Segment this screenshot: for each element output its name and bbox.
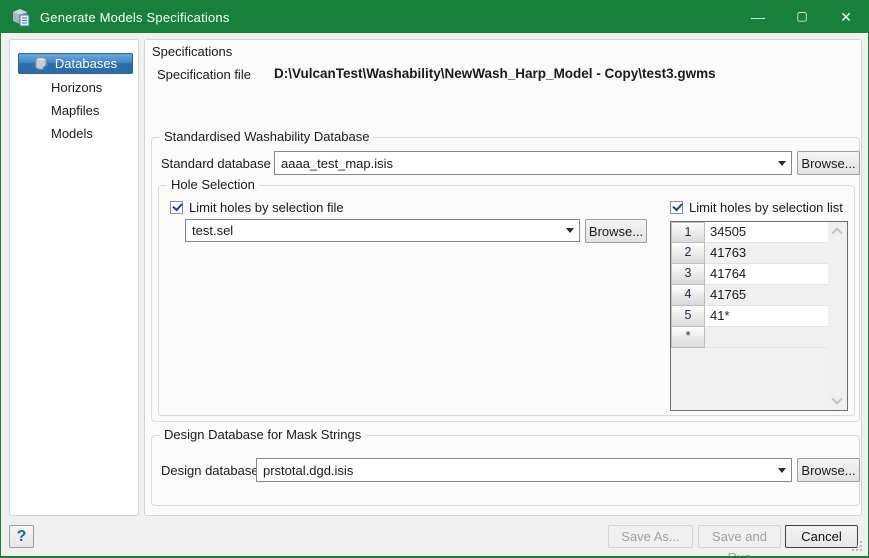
row-header[interactable]: 3	[671, 264, 705, 285]
sidebar-item-label: Models	[51, 126, 93, 141]
main-panel: Specifications Specification file D:\Vul…	[144, 39, 862, 516]
limit-holes-list-label: Limit holes by selection list	[689, 200, 843, 215]
row-header[interactable]: *	[671, 327, 705, 348]
selection-file-combobox[interactable]: test.sel	[185, 219, 580, 242]
sidebar-item-horizons[interactable]: Horizons	[18, 77, 133, 98]
sidebar-item-label: Horizons	[51, 80, 102, 95]
group-title: Hole Selection	[167, 177, 259, 192]
selection-list-table: 1 34505 2 41763 3 41764 4	[670, 221, 848, 411]
row-cell[interactable]	[705, 327, 828, 348]
app-cube-icon	[10, 6, 32, 28]
cancel-label: Cancel	[801, 529, 841, 544]
section-title: Specifications	[152, 44, 232, 59]
standard-database-label: Standard database	[161, 156, 271, 171]
dialog-window: Generate Models Specifications — ▢ ✕ Dat…	[0, 0, 869, 558]
standard-database-value: aaaa_test_map.isis	[281, 156, 773, 171]
standardised-washability-group: Standardised Washability Database Standa…	[151, 137, 860, 422]
scroll-up-icon[interactable]	[833, 227, 841, 235]
design-database-value: prstotal.dgd.isis	[263, 463, 773, 478]
limit-holes-file-checkbox-row: Limit holes by selection file	[170, 200, 344, 215]
design-database-group: Design Database for Mask Strings Design …	[151, 435, 860, 506]
scroll-down-icon[interactable]	[833, 395, 841, 403]
window-title: Generate Models Specifications	[40, 10, 230, 25]
sidebar-item-label: Mapfiles	[51, 103, 99, 118]
design-database-browse-button[interactable]: Browse...	[797, 458, 860, 482]
help-button[interactable]: ?	[9, 525, 34, 548]
cancel-button[interactable]: Cancel	[785, 525, 858, 548]
design-database-label: Design database	[161, 463, 259, 478]
database-icon	[34, 56, 50, 72]
resize-grip-icon[interactable]	[850, 539, 862, 551]
table-row: 3 41764	[671, 264, 828, 285]
row-cell[interactable]: 41764	[705, 264, 828, 285]
sidebar-item-mapfiles[interactable]: Mapfiles	[18, 100, 133, 121]
help-icon: ?	[17, 528, 27, 545]
close-button[interactable]: ✕	[824, 1, 868, 33]
standard-database-combobox[interactable]: aaaa_test_map.isis	[274, 151, 792, 175]
table-row: *	[671, 327, 828, 348]
sidebar-item-label: Databases	[55, 53, 117, 74]
table-scrollbar[interactable]	[828, 222, 847, 410]
row-cell[interactable]: 41*	[705, 306, 828, 327]
title-bar[interactable]: Generate Models Specifications — ▢ ✕	[1, 1, 868, 33]
row-cell[interactable]: 34505	[705, 222, 828, 243]
row-header[interactable]: 5	[671, 306, 705, 327]
browse-button-label: Browse...	[589, 224, 643, 239]
spec-file-value: D:\VulcanTest\Washability\NewWash_Harp_M…	[274, 66, 716, 81]
sidebar-item-models[interactable]: Models	[18, 123, 133, 144]
save-as-button[interactable]: Save As...	[608, 525, 693, 548]
close-icon: ✕	[840, 10, 852, 24]
save-and-run-button[interactable]: Save and Run	[698, 525, 781, 548]
browse-button-label: Browse...	[801, 463, 855, 478]
group-title: Standardised Washability Database	[160, 129, 373, 144]
minimize-icon: —	[751, 10, 765, 24]
selection-list-rows: 1 34505 2 41763 3 41764 4	[671, 222, 828, 348]
save-as-label: Save As...	[621, 529, 680, 544]
chevron-down-icon[interactable]	[773, 152, 791, 174]
limit-holes-list-checkbox[interactable]	[670, 201, 683, 214]
maximize-icon: ▢	[796, 10, 807, 22]
limit-holes-list-checkbox-row: Limit holes by selection list	[670, 200, 843, 215]
table-row: 5 41*	[671, 306, 828, 327]
maximize-button[interactable]: ▢	[780, 1, 824, 33]
row-header[interactable]: 4	[671, 285, 705, 306]
minimize-button[interactable]: —	[736, 1, 780, 33]
group-title: Design Database for Mask Strings	[160, 427, 365, 442]
selection-file-value: test.sel	[192, 223, 561, 238]
row-header[interactable]: 1	[671, 222, 705, 243]
table-row: 4 41765	[671, 285, 828, 306]
row-header[interactable]: 2	[671, 243, 705, 264]
sidebar: Databases Horizons Mapfiles Models	[9, 39, 139, 516]
window-controls: — ▢ ✕	[736, 1, 868, 33]
table-row: 1 34505	[671, 222, 828, 243]
save-and-run-label: Save and Run	[712, 529, 767, 558]
design-database-combobox[interactable]: prstotal.dgd.isis	[256, 458, 792, 482]
table-row: 2 41763	[671, 243, 828, 264]
standard-database-browse-button[interactable]: Browse...	[797, 151, 860, 175]
hole-selection-group: Hole Selection Limit holes by selection …	[158, 185, 855, 416]
row-cell[interactable]: 41763	[705, 243, 828, 264]
browse-button-label: Browse...	[801, 156, 855, 171]
limit-holes-file-checkbox[interactable]	[170, 201, 183, 214]
sidebar-item-databases[interactable]: Databases	[18, 53, 133, 74]
chevron-down-icon[interactable]	[773, 459, 791, 481]
row-cell[interactable]: 41765	[705, 285, 828, 306]
chevron-down-icon[interactable]	[561, 220, 579, 241]
limit-holes-file-label: Limit holes by selection file	[189, 200, 344, 215]
spec-file-label: Specification file	[157, 67, 251, 82]
selection-file-browse-button[interactable]: Browse...	[585, 219, 647, 243]
